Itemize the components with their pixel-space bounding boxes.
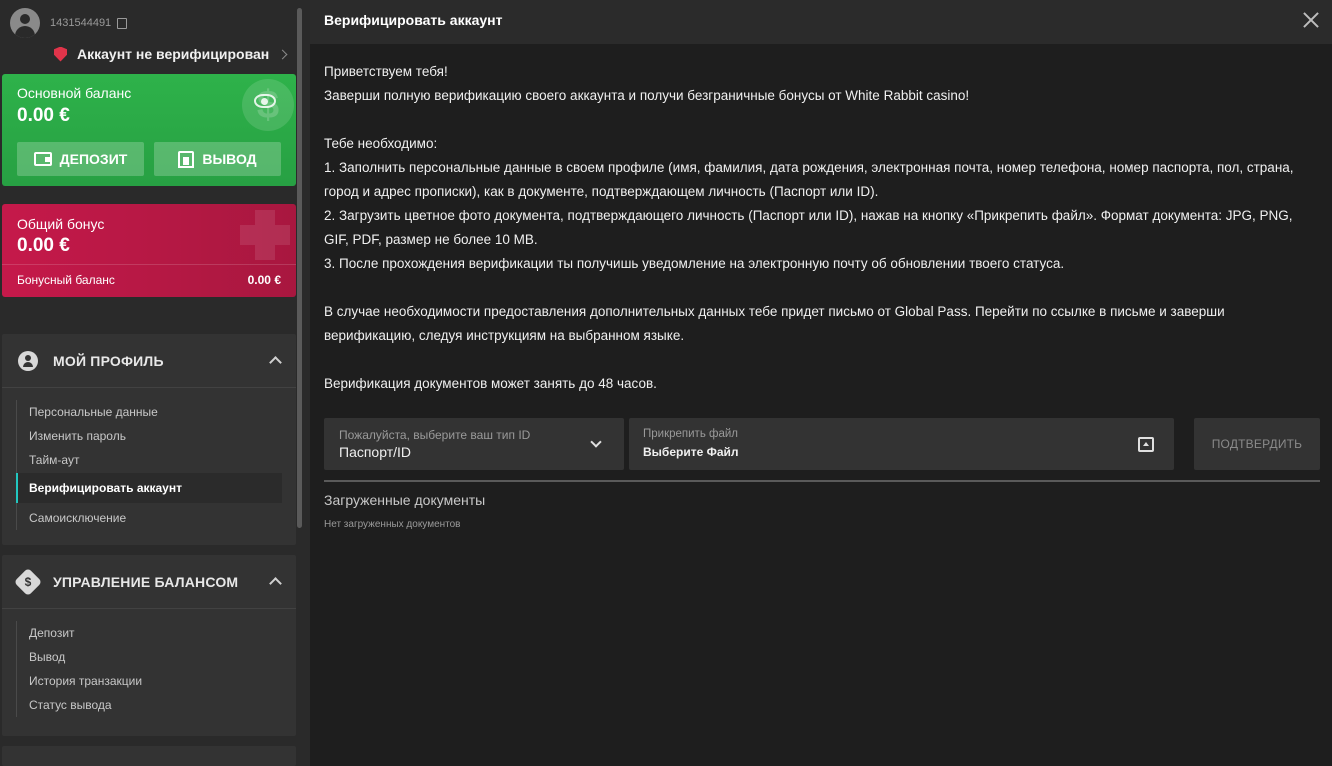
- atm-icon: [178, 150, 195, 168]
- sidebar-item-personal-data[interactable]: Персональные данные: [17, 400, 282, 424]
- balance-menu-header[interactable]: УПРАВЛЕНИЕ БАЛАНСОМ: [2, 555, 296, 609]
- profile-menu-header[interactable]: МОЙ ПРОФИЛЬ: [2, 334, 296, 388]
- attach-file-value: Выберите Файл: [643, 445, 739, 459]
- chevron-up-icon[interactable]: [269, 356, 282, 369]
- sidebar-item-withdraw[interactable]: Вывод: [17, 645, 282, 669]
- sidebar-item-self-exclusion[interactable]: Самоисключение: [17, 506, 282, 530]
- sidebar: 1431544491 Аккаунт не верифицирован $ Ос…: [0, 0, 310, 766]
- copy-icon[interactable]: [117, 17, 128, 29]
- verification-instructions: Приветствуем тебя! Заверши полную верифи…: [324, 60, 1314, 396]
- user-circle-icon: [18, 350, 38, 371]
- attach-file-label: Прикрепить файл: [643, 428, 739, 440]
- main-balance-label: Основной баланс: [17, 85, 132, 101]
- step-2-text: 2. Загрузить цветное фото документа, под…: [324, 208, 1293, 247]
- sidebar-item-verify-account[interactable]: Верифицировать аккаунт: [16, 473, 282, 503]
- sidebar-item-deposit[interactable]: Депозит: [17, 621, 282, 645]
- bonus-balance-label: Бонусный баланс: [17, 273, 115, 287]
- bonus-label: Общий бонус: [17, 216, 105, 232]
- sidebar-item-change-password[interactable]: Изменить пароль: [17, 424, 282, 448]
- gear-dollar-icon: [13, 567, 43, 596]
- verification-status-text: Аккаунт не верифицирован: [77, 46, 270, 62]
- duration-text: Верификация документов может занять до 4…: [324, 376, 657, 391]
- withdraw-button[interactable]: ВЫВОД: [154, 142, 281, 176]
- chevron-down-icon: [590, 436, 602, 448]
- id-type-value: Паспорт/ID: [339, 444, 411, 460]
- bonus-balance-amount: 0.00 €: [247, 273, 281, 287]
- app: 1431544491 Аккаунт не верифицирован $ Ос…: [0, 0, 1332, 766]
- sidebar-item-transaction-history[interactable]: История транзакции: [17, 669, 282, 693]
- bonus-card: Общий бонус 0.00 € Бонусный баланс 0.00 …: [2, 204, 296, 297]
- user-row: 1431544491: [10, 8, 128, 38]
- close-icon[interactable]: [1302, 11, 1320, 29]
- profile-menu-list: Персональные данные Изменить пароль Тайм…: [16, 400, 282, 530]
- section-divider: [324, 480, 1320, 482]
- sidebar-scrollbar[interactable]: [297, 8, 302, 528]
- verification-status-link[interactable]: Аккаунт не верифицирован: [54, 44, 294, 64]
- bonus-divider: [2, 264, 296, 265]
- uploaded-documents-title: Загруженные документы: [324, 492, 486, 508]
- attach-file-input[interactable]: Прикрепить файл Выберите Файл: [629, 418, 1174, 470]
- requirements-heading: Тебе необходимо:: [324, 136, 438, 151]
- step-1-text: 1. Заполнить персональные данные в своем…: [324, 160, 1294, 199]
- page-title: Верифицировать аккаунт: [324, 12, 503, 28]
- main-panel: Верифицировать аккаунт Приветствуем тебя…: [310, 0, 1332, 766]
- gift-icon: [240, 210, 290, 260]
- sidebar-item-timeout[interactable]: Тайм-аут: [17, 448, 282, 472]
- avatar-icon[interactable]: [10, 8, 40, 38]
- deposit-button[interactable]: ДЕПОЗИТ: [17, 142, 144, 176]
- greeting-text: Приветствуем тебя!: [324, 64, 448, 79]
- balance-menu-list: Депозит Вывод История транзакции Статус …: [16, 621, 282, 717]
- shield-warning-icon: [54, 46, 67, 62]
- intro-text: Заверши полную верификацию своего аккаун…: [324, 88, 970, 103]
- profile-menu: МОЙ ПРОФИЛЬ Персональные данные Изменить…: [2, 334, 296, 545]
- deposit-button-label: ДЕПОЗИТ: [59, 151, 128, 167]
- profile-menu-title: МОЙ ПРОФИЛЬ: [53, 352, 164, 369]
- id-type-select[interactable]: Пожалуйста, выберите ваш тип ID Паспорт/…: [324, 418, 624, 470]
- main-balance-card: $ Основной баланс 0.00 € ДЕПОЗИТ ВЫВОД: [2, 74, 296, 186]
- panel-header: Верифицировать аккаунт: [310, 0, 1332, 44]
- no-documents-text: Нет загруженных документов: [324, 519, 461, 530]
- chevron-up-icon[interactable]: [269, 577, 282, 590]
- balance-menu-title: УПРАВЛЕНИЕ БАЛАНСОМ: [53, 573, 239, 590]
- step-3-text: 3. После прохождения верификации ты полу…: [324, 256, 1065, 271]
- upload-icon[interactable]: [1138, 437, 1154, 452]
- bonus-amount: 0.00 €: [17, 235, 70, 256]
- confirm-button[interactable]: ПОДТВЕРДИТЬ: [1194, 418, 1320, 470]
- user-id: 1431544491: [50, 17, 112, 29]
- withdraw-button-label: ВЫВОД: [202, 151, 257, 167]
- next-menu-section: [2, 746, 296, 766]
- wallet-icon: [33, 152, 52, 166]
- id-type-label: Пожалуйста, выберите ваш тип ID: [339, 428, 531, 442]
- eye-icon[interactable]: [254, 94, 276, 108]
- additional-data-text: В случае необходимости предоставления до…: [324, 304, 1225, 343]
- balance-menu: УПРАВЛЕНИЕ БАЛАНСОМ Депозит Вывод Истори…: [2, 555, 296, 736]
- sidebar-item-withdraw-status[interactable]: Статус вывода: [17, 693, 282, 717]
- main-balance-amount: 0.00 €: [17, 105, 70, 126]
- chevron-right-icon: [277, 49, 288, 59]
